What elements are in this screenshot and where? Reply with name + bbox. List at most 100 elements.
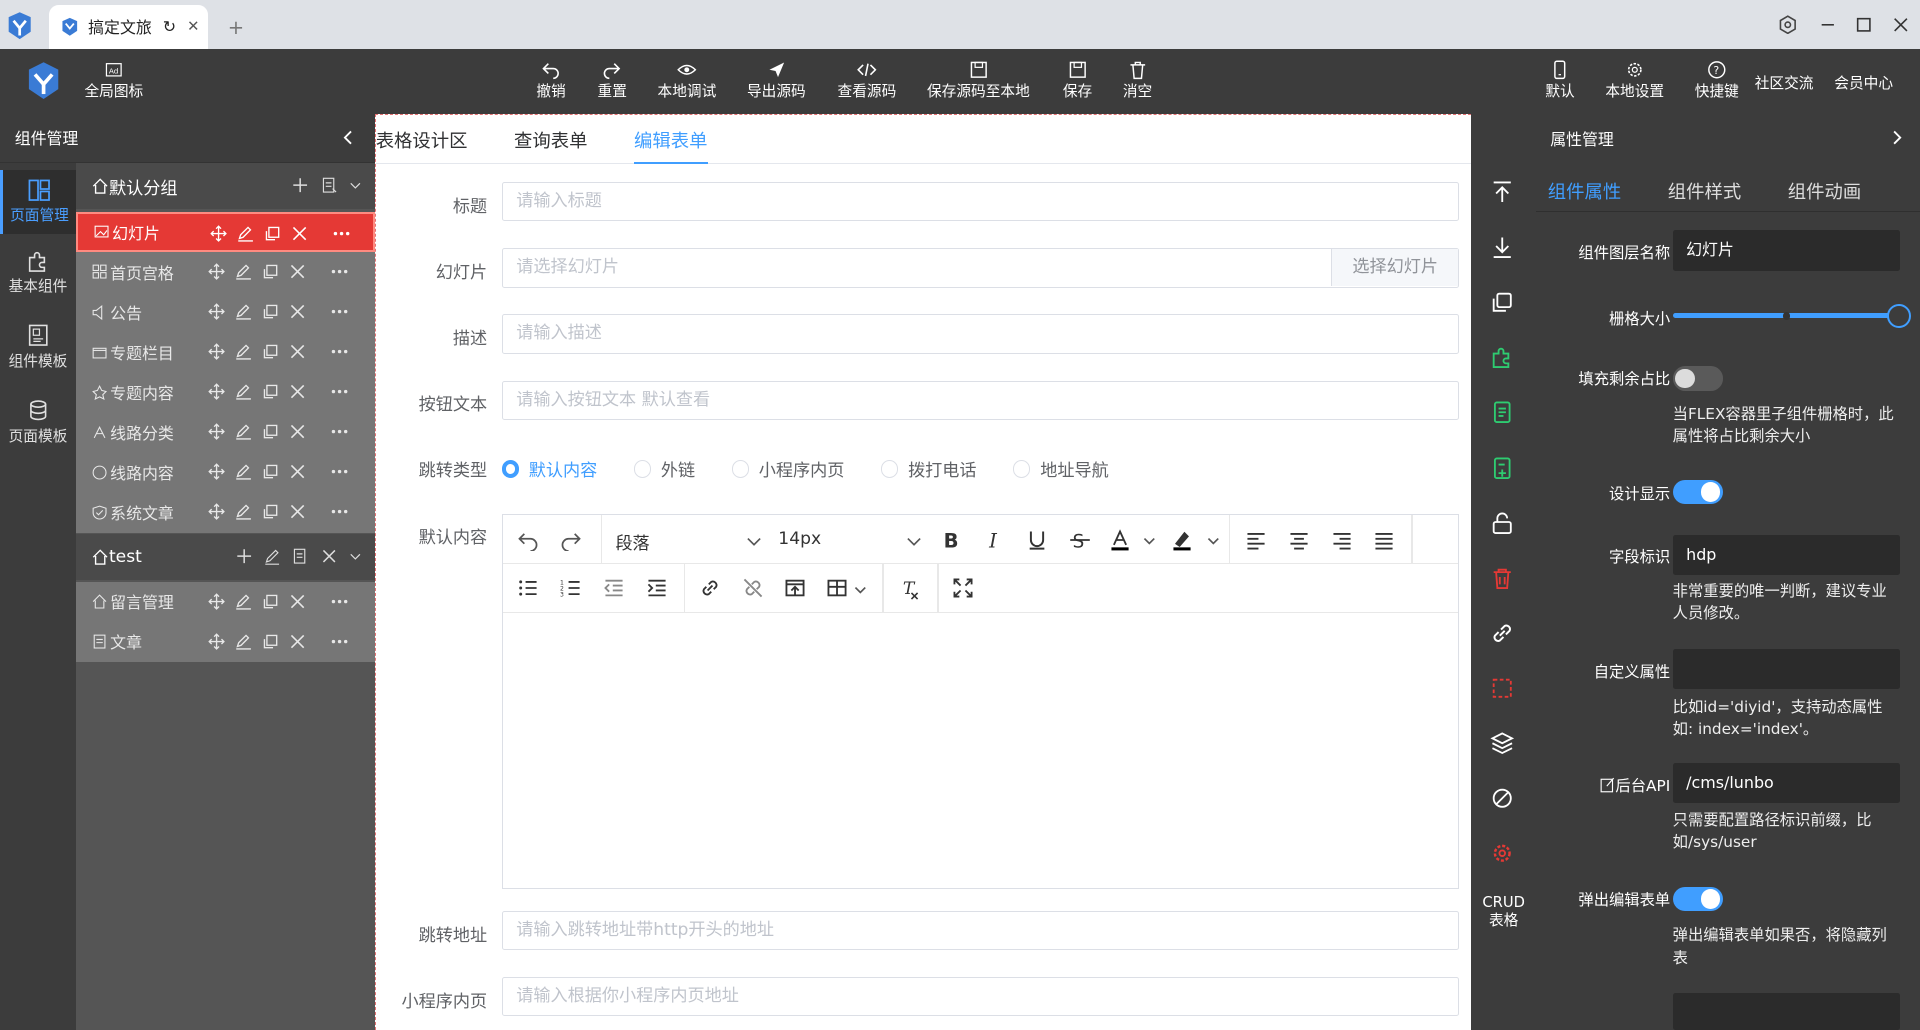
edit-icon[interactable] xyxy=(235,463,252,480)
redo-icon[interactable] xyxy=(560,529,582,551)
move-icon[interactable] xyxy=(208,592,226,610)
add-document-icon[interactable] xyxy=(1490,456,1514,480)
delete-icon[interactable] xyxy=(1490,566,1514,590)
bullet-list-icon[interactable] xyxy=(517,577,539,599)
indent-icon[interactable] xyxy=(646,577,668,599)
radio-mini-page[interactable]: 小程序内页 xyxy=(731,456,844,481)
italic-icon[interactable]: I xyxy=(983,529,1005,551)
link-icon[interactable] xyxy=(699,577,721,599)
unlock-icon[interactable] xyxy=(1490,511,1514,535)
chevron-down-icon[interactable] xyxy=(348,176,363,194)
more-icon[interactable] xyxy=(331,343,348,360)
edit-icon[interactable] xyxy=(235,423,252,440)
next-prop-input[interactable] xyxy=(1672,993,1901,1030)
font-size-select[interactable]: 14px xyxy=(778,529,821,549)
tab-component-props[interactable]: 组件属性 xyxy=(1548,178,1621,204)
chevron-down-icon[interactable] xyxy=(903,530,925,552)
move-icon[interactable] xyxy=(208,263,226,280)
tab-component-style[interactable]: 组件样式 xyxy=(1668,178,1741,204)
rail-page-manager[interactable]: 页面管理 xyxy=(0,170,76,234)
edit-icon[interactable] xyxy=(263,547,281,566)
edit-icon[interactable] xyxy=(235,303,252,320)
jump-url-input[interactable]: 请输入跳转地址带http开头的地址 xyxy=(501,910,1460,950)
close-icon[interactable] xyxy=(289,593,306,610)
close-icon[interactable] xyxy=(289,423,306,440)
underline-icon[interactable] xyxy=(1026,529,1048,551)
group-header-default[interactable]: 默认分组 xyxy=(75,162,375,210)
tree-item[interactable]: 专题内容 xyxy=(75,371,375,413)
tab-query-form[interactable]: 查询表单 xyxy=(514,127,587,164)
bold-icon[interactable]: B xyxy=(940,529,962,551)
edit-icon[interactable] xyxy=(235,383,252,400)
radio-external-link[interactable]: 外链 xyxy=(633,456,695,481)
unlink-icon[interactable] xyxy=(742,577,764,599)
fullscreen-icon[interactable] xyxy=(952,577,974,599)
move-icon[interactable] xyxy=(208,343,226,360)
move-top-icon[interactable] xyxy=(1490,180,1514,204)
strikethrough-icon[interactable]: S xyxy=(1069,529,1091,551)
close-icon[interactable] xyxy=(289,303,306,320)
hide-icon[interactable] xyxy=(1490,786,1514,810)
chevron-down-icon[interactable] xyxy=(348,547,363,565)
save-button[interactable]: 保存 xyxy=(1063,60,1092,109)
group-header-test[interactable]: test xyxy=(75,533,375,581)
chevron-down-icon[interactable] xyxy=(743,530,765,552)
copy-icon[interactable] xyxy=(262,633,279,650)
numbered-list-icon[interactable]: 123 xyxy=(560,577,582,599)
copy-icon[interactable] xyxy=(262,503,279,520)
tree-item[interactable]: 系统文章 xyxy=(75,492,375,533)
block-format-select[interactable]: 段落 xyxy=(615,529,649,554)
tree-item[interactable]: 首页宫格 xyxy=(75,251,375,293)
copy-icon[interactable] xyxy=(264,225,281,242)
edit-icon[interactable] xyxy=(235,503,252,520)
more-icon[interactable] xyxy=(331,423,348,440)
close-icon[interactable] xyxy=(320,547,338,565)
field-id-input[interactable]: hdp xyxy=(1672,535,1901,576)
more-icon[interactable] xyxy=(331,463,348,480)
minimize-icon[interactable] xyxy=(1818,15,1838,35)
highlight-icon[interactable] xyxy=(1171,529,1193,551)
add-icon[interactable] xyxy=(235,547,253,565)
reload-icon[interactable]: ↻ xyxy=(163,17,176,36)
outdent-icon[interactable] xyxy=(603,577,625,599)
tab-close-icon[interactable]: ✕ xyxy=(187,18,199,35)
rail-page-templates[interactable]: 页面模板 xyxy=(0,398,76,462)
move-icon[interactable] xyxy=(208,463,226,480)
grid-size-slider[interactable] xyxy=(1672,303,1912,329)
select-slide-button[interactable]: 选择幻灯片 xyxy=(1331,249,1459,287)
tree-item[interactable]: 公告 xyxy=(75,291,375,333)
chevron-down-icon[interactable] xyxy=(1206,530,1221,552)
close-icon[interactable] xyxy=(289,503,306,520)
radio-address-nav[interactable]: 地址导航 xyxy=(1013,456,1109,481)
mini-page-input[interactable]: 请输入根据你小程序内页地址 xyxy=(501,976,1460,1017)
clear-format-icon[interactable]: T xyxy=(898,577,920,600)
close-icon[interactable] xyxy=(289,383,306,400)
slider-thumb[interactable] xyxy=(1886,303,1912,329)
collapse-left-icon[interactable] xyxy=(340,129,357,146)
more-icon[interactable] xyxy=(331,503,348,520)
tab-edit-form[interactable]: 编辑表单 xyxy=(634,127,708,164)
close-icon[interactable] xyxy=(289,463,306,480)
collapse-right-icon[interactable] xyxy=(1888,129,1905,146)
move-icon[interactable] xyxy=(208,303,226,320)
embed-icon[interactable] xyxy=(784,577,806,599)
text-color-icon[interactable] xyxy=(1109,528,1131,551)
close-icon[interactable] xyxy=(289,263,306,280)
edit-doc-icon[interactable] xyxy=(291,547,309,565)
copy-icon[interactable] xyxy=(262,303,279,320)
fill-rest-switch[interactable] xyxy=(1672,366,1723,391)
device-default-button[interactable]: 默认 xyxy=(1545,60,1575,109)
custom-attr-input[interactable] xyxy=(1672,648,1901,690)
design-show-switch[interactable] xyxy=(1672,479,1723,505)
undo-button[interactable]: 撤销 xyxy=(536,60,566,109)
copy-icon[interactable] xyxy=(1490,290,1514,314)
tab-component-animation[interactable]: 组件动画 xyxy=(1788,178,1861,204)
title-input[interactable]: 请输入标题 xyxy=(501,182,1460,222)
tree-item[interactable]: 线路内容 xyxy=(75,452,375,493)
shortcuts-button[interactable]: ? 快捷键 xyxy=(1695,60,1739,109)
popup-edit-switch[interactable] xyxy=(1672,886,1723,911)
table-icon[interactable] xyxy=(826,577,848,599)
radio-call-phone[interactable]: 拨打电话 xyxy=(881,456,977,481)
copy-icon[interactable] xyxy=(262,383,279,400)
clear-button[interactable]: 消空 xyxy=(1123,60,1152,109)
